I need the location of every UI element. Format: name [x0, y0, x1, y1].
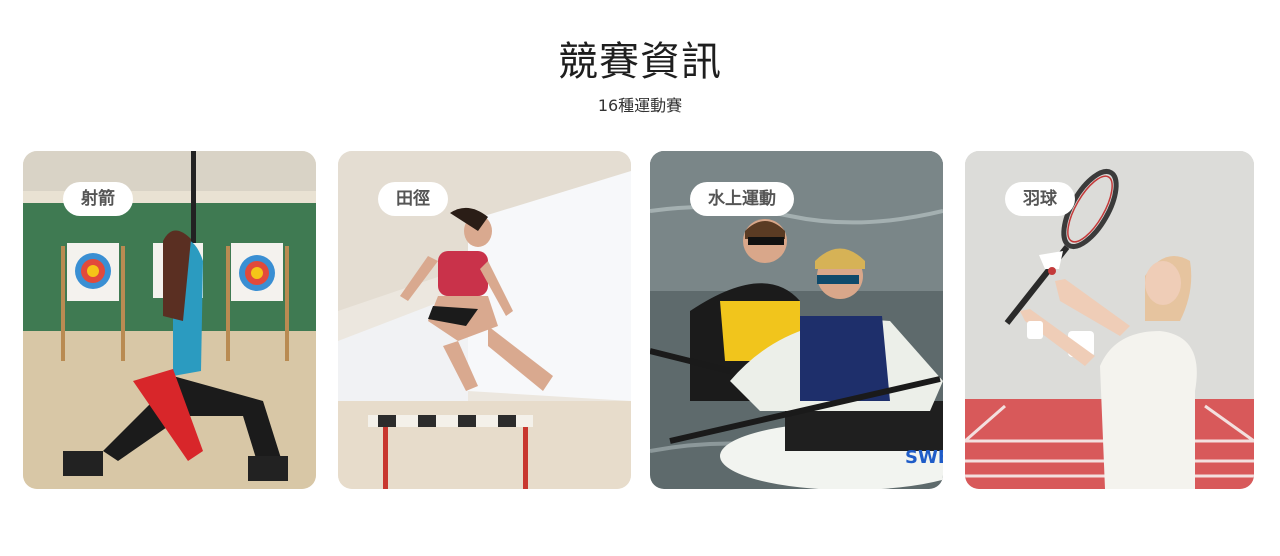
- card-label: 水上運動: [690, 182, 794, 216]
- sport-card-athletics[interactable]: 田徑: [338, 151, 631, 489]
- sport-card-water-sports[interactable]: SWE 水上運動: [650, 151, 943, 489]
- card-label: 射箭: [63, 182, 133, 216]
- sport-card-badminton[interactable]: 羽球: [965, 151, 1254, 489]
- section-subtitle: 16種運動賽: [597, 96, 683, 115]
- sport-card-archery[interactable]: 射箭: [23, 151, 316, 489]
- section-title: 競賽資訊: [558, 39, 722, 85]
- section-header: 競賽資訊 16種運動賽: [0, 36, 1280, 116]
- card-label: 羽球: [1005, 182, 1075, 216]
- card-label: 田徑: [378, 182, 448, 216]
- svg-text:SWE: SWE: [905, 447, 943, 468]
- sport-card-list: 射箭 田徑 SW 水上運動 羽球: [23, 151, 1263, 489]
